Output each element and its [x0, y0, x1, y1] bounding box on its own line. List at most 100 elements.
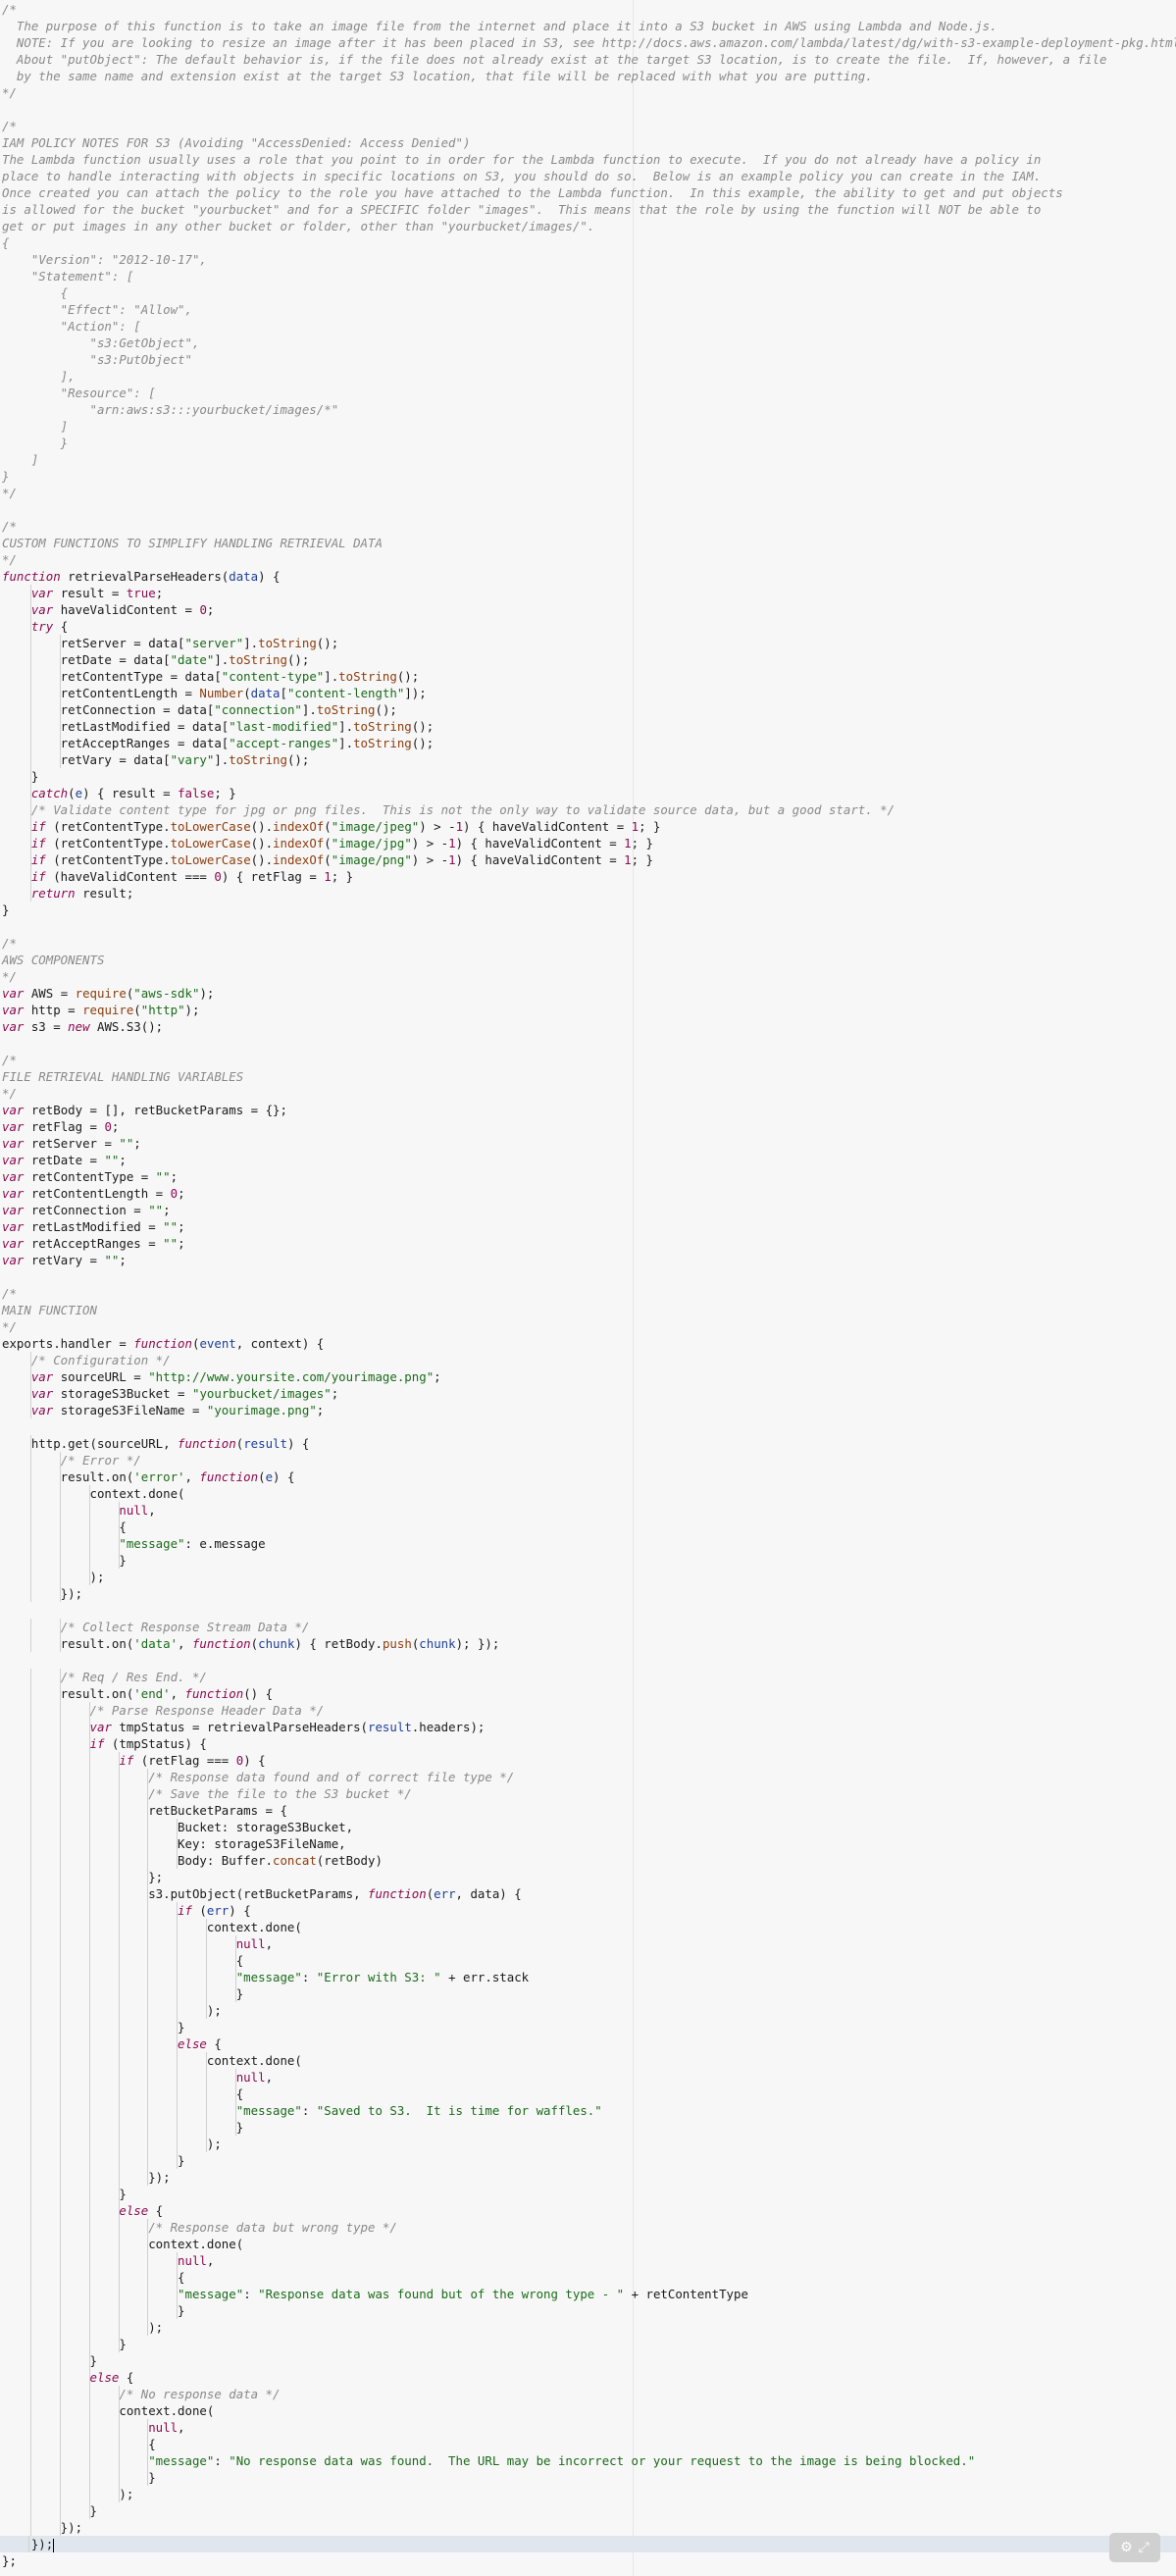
- code-line[interactable]: */: [2, 1318, 1176, 1335]
- code-line[interactable]: retServer = data["server"].toString();: [2, 635, 1176, 651]
- code-line[interactable]: var result = true;: [2, 585, 1176, 601]
- code-line[interactable]: if (retContentType.toLowerCase().indexOf…: [2, 835, 1176, 851]
- code-line[interactable]: [2, 1418, 1176, 1435]
- code-line[interactable]: ]: [2, 418, 1176, 435]
- code-line[interactable]: retContentLength = Number(data["content-…: [2, 685, 1176, 701]
- code-line[interactable]: null,: [2, 2419, 1176, 2436]
- code-line[interactable]: return result;: [2, 885, 1176, 902]
- code-line[interactable]: var retAcceptRanges = "";: [2, 1235, 1176, 1252]
- code-line[interactable]: }: [2, 2469, 1176, 2486]
- code-line[interactable]: /* Error */: [2, 1452, 1176, 1468]
- code-line[interactable]: function retrievalParseHeaders(data) {: [2, 568, 1176, 585]
- code-line[interactable]: NOTE: If you are looking to resize an im…: [2, 34, 1176, 51]
- code-line[interactable]: var retContentType = "";: [2, 1168, 1176, 1185]
- code-line[interactable]: context.done(: [2, 2402, 1176, 2419]
- code-line[interactable]: if (retContentType.toLowerCase().indexOf…: [2, 851, 1176, 868]
- code-line[interactable]: Key: storageS3FileName,: [2, 1835, 1176, 1852]
- code-line[interactable]: else {: [2, 2035, 1176, 2052]
- code-line[interactable]: [2, 918, 1176, 935]
- code-line[interactable]: Body: Buffer.concat(retBody): [2, 1852, 1176, 1869]
- code-line[interactable]: var AWS = require("aws-sdk");: [2, 985, 1176, 1002]
- code-line[interactable]: /* Response data but wrong type */: [2, 2219, 1176, 2236]
- code-line[interactable]: The purpose of this function is to take …: [2, 18, 1176, 34]
- code-line[interactable]: exports.handler = function(event, contex…: [2, 1335, 1176, 1352]
- code-line[interactable]: context.done(: [2, 2236, 1176, 2252]
- code-line[interactable]: retConnection = data["connection"].toStr…: [2, 701, 1176, 718]
- code-line[interactable]: result.on('error', function(e) {: [2, 1468, 1176, 1485]
- code-line[interactable]: }: [2, 2152, 1176, 2169]
- code-line[interactable]: null,: [2, 1935, 1176, 1952]
- code-line[interactable]: if (retFlag === 0) {: [2, 1752, 1176, 1769]
- code-line[interactable]: }: [2, 2336, 1176, 2352]
- code-line[interactable]: context.done(: [2, 1919, 1176, 1935]
- code-line[interactable]: var retBody = [], retBucketParams = {};: [2, 1102, 1176, 1118]
- code-line[interactable]: null,: [2, 2069, 1176, 2086]
- code-line[interactable]: try {: [2, 618, 1176, 635]
- code-line[interactable]: retDate = data["date"].toString();: [2, 651, 1176, 668]
- code-line[interactable]: var retFlag = 0;: [2, 1118, 1176, 1135]
- code-line[interactable]: });: [0, 2536, 1176, 2552]
- code-line[interactable]: http.get(sourceURL, function(result) {: [2, 1435, 1176, 1452]
- code-line[interactable]: "message": e.message: [2, 1535, 1176, 1552]
- code-line[interactable]: );: [2, 2319, 1176, 2336]
- code-line[interactable]: AWS COMPONENTS: [2, 952, 1176, 968]
- code-line[interactable]: */: [2, 551, 1176, 568]
- code-line[interactable]: /* Collect Response Stream Data */: [2, 1619, 1176, 1635]
- code-line[interactable]: var storageS3Bucket = "yourbucket/images…: [2, 1385, 1176, 1402]
- code-line[interactable]: "message": "No response data was found. …: [2, 2452, 1176, 2469]
- code-line[interactable]: /*: [2, 1052, 1176, 1068]
- code-line[interactable]: }: [2, 2186, 1176, 2202]
- code-line[interactable]: retVary = data["vary"].toString();: [2, 751, 1176, 768]
- code-line[interactable]: */: [2, 485, 1176, 501]
- code-line[interactable]: "Action": [: [2, 318, 1176, 335]
- code-line[interactable]: get or put images in any other bucket or…: [2, 218, 1176, 234]
- code-line[interactable]: var storageS3FileName = "yourimage.png";: [2, 1402, 1176, 1418]
- code-line[interactable]: var tmpStatus = retrievalParseHeaders(re…: [2, 1719, 1176, 1735]
- code-line[interactable]: }: [2, 1985, 1176, 2002]
- code-line[interactable]: {: [2, 284, 1176, 301]
- code-line[interactable]: [2, 1602, 1176, 1619]
- code-line[interactable]: var http = require("http");: [2, 1002, 1176, 1018]
- code-line[interactable]: is allowed for the bucket "yourbucket" a…: [2, 201, 1176, 218]
- code-line[interactable]: var haveValidContent = 0;: [2, 601, 1176, 618]
- code-line[interactable]: if (haveValidContent === 0) { retFlag = …: [2, 868, 1176, 885]
- code-line[interactable]: );: [2, 2136, 1176, 2152]
- code-line[interactable]: retBucketParams = {: [2, 1802, 1176, 1819]
- code-line[interactable]: [2, 1268, 1176, 1285]
- code-line[interactable]: {: [2, 1952, 1176, 1969]
- code-line[interactable]: var retDate = "";: [2, 1152, 1176, 1168]
- code-line[interactable]: else {: [2, 2369, 1176, 2386]
- code-line[interactable]: result.on('data', function(chunk) { retB…: [2, 1635, 1176, 1652]
- code-line[interactable]: else {: [2, 2202, 1176, 2219]
- code-line[interactable]: /* No response data */: [2, 2386, 1176, 2402]
- code-line[interactable]: "arn:aws:s3:::yourbucket/images/*": [2, 401, 1176, 418]
- code-line[interactable]: {: [2, 1519, 1176, 1535]
- code-line[interactable]: };: [2, 2552, 1176, 2569]
- code-line[interactable]: "Statement": [: [2, 268, 1176, 284]
- code-line[interactable]: "Resource": [: [2, 385, 1176, 401]
- code-line[interactable]: }: [2, 2502, 1176, 2519]
- code-line[interactable]: /*: [2, 935, 1176, 952]
- code-line[interactable]: );: [2, 2486, 1176, 2502]
- code-line[interactable]: /*: [2, 518, 1176, 535]
- code-line[interactable]: */: [2, 84, 1176, 101]
- code-line[interactable]: Bucket: storageS3Bucket,: [2, 1819, 1176, 1835]
- code-line[interactable]: FILE RETRIEVAL HANDLING VARIABLES: [2, 1068, 1176, 1085]
- code-line[interactable]: }: [2, 468, 1176, 485]
- code-line[interactable]: {: [2, 2436, 1176, 2452]
- code-line[interactable]: /* Configuration */: [2, 1352, 1176, 1368]
- code-line[interactable]: ]: [2, 451, 1176, 468]
- code-line[interactable]: /*: [2, 1, 1176, 18]
- code-line[interactable]: place to handle interacting with objects…: [2, 168, 1176, 184]
- code-line[interactable]: "Effect": "Allow",: [2, 301, 1176, 318]
- code-line[interactable]: "message": "Saved to S3. It is time for …: [2, 2102, 1176, 2119]
- code-line[interactable]: [2, 101, 1176, 118]
- code-line[interactable]: context.done(: [2, 1485, 1176, 1502]
- code-line[interactable]: [2, 1652, 1176, 1669]
- code-line[interactable]: /* Validate content type for jpg or png …: [2, 801, 1176, 818]
- code-line[interactable]: /* Req / Res End. */: [2, 1669, 1176, 1685]
- code-line[interactable]: The Lambda function usually uses a role …: [2, 151, 1176, 168]
- code-line[interactable]: context.done(: [2, 2052, 1176, 2069]
- code-line[interactable]: */: [2, 1085, 1176, 1102]
- code-line[interactable]: var retContentLength = 0;: [2, 1185, 1176, 1202]
